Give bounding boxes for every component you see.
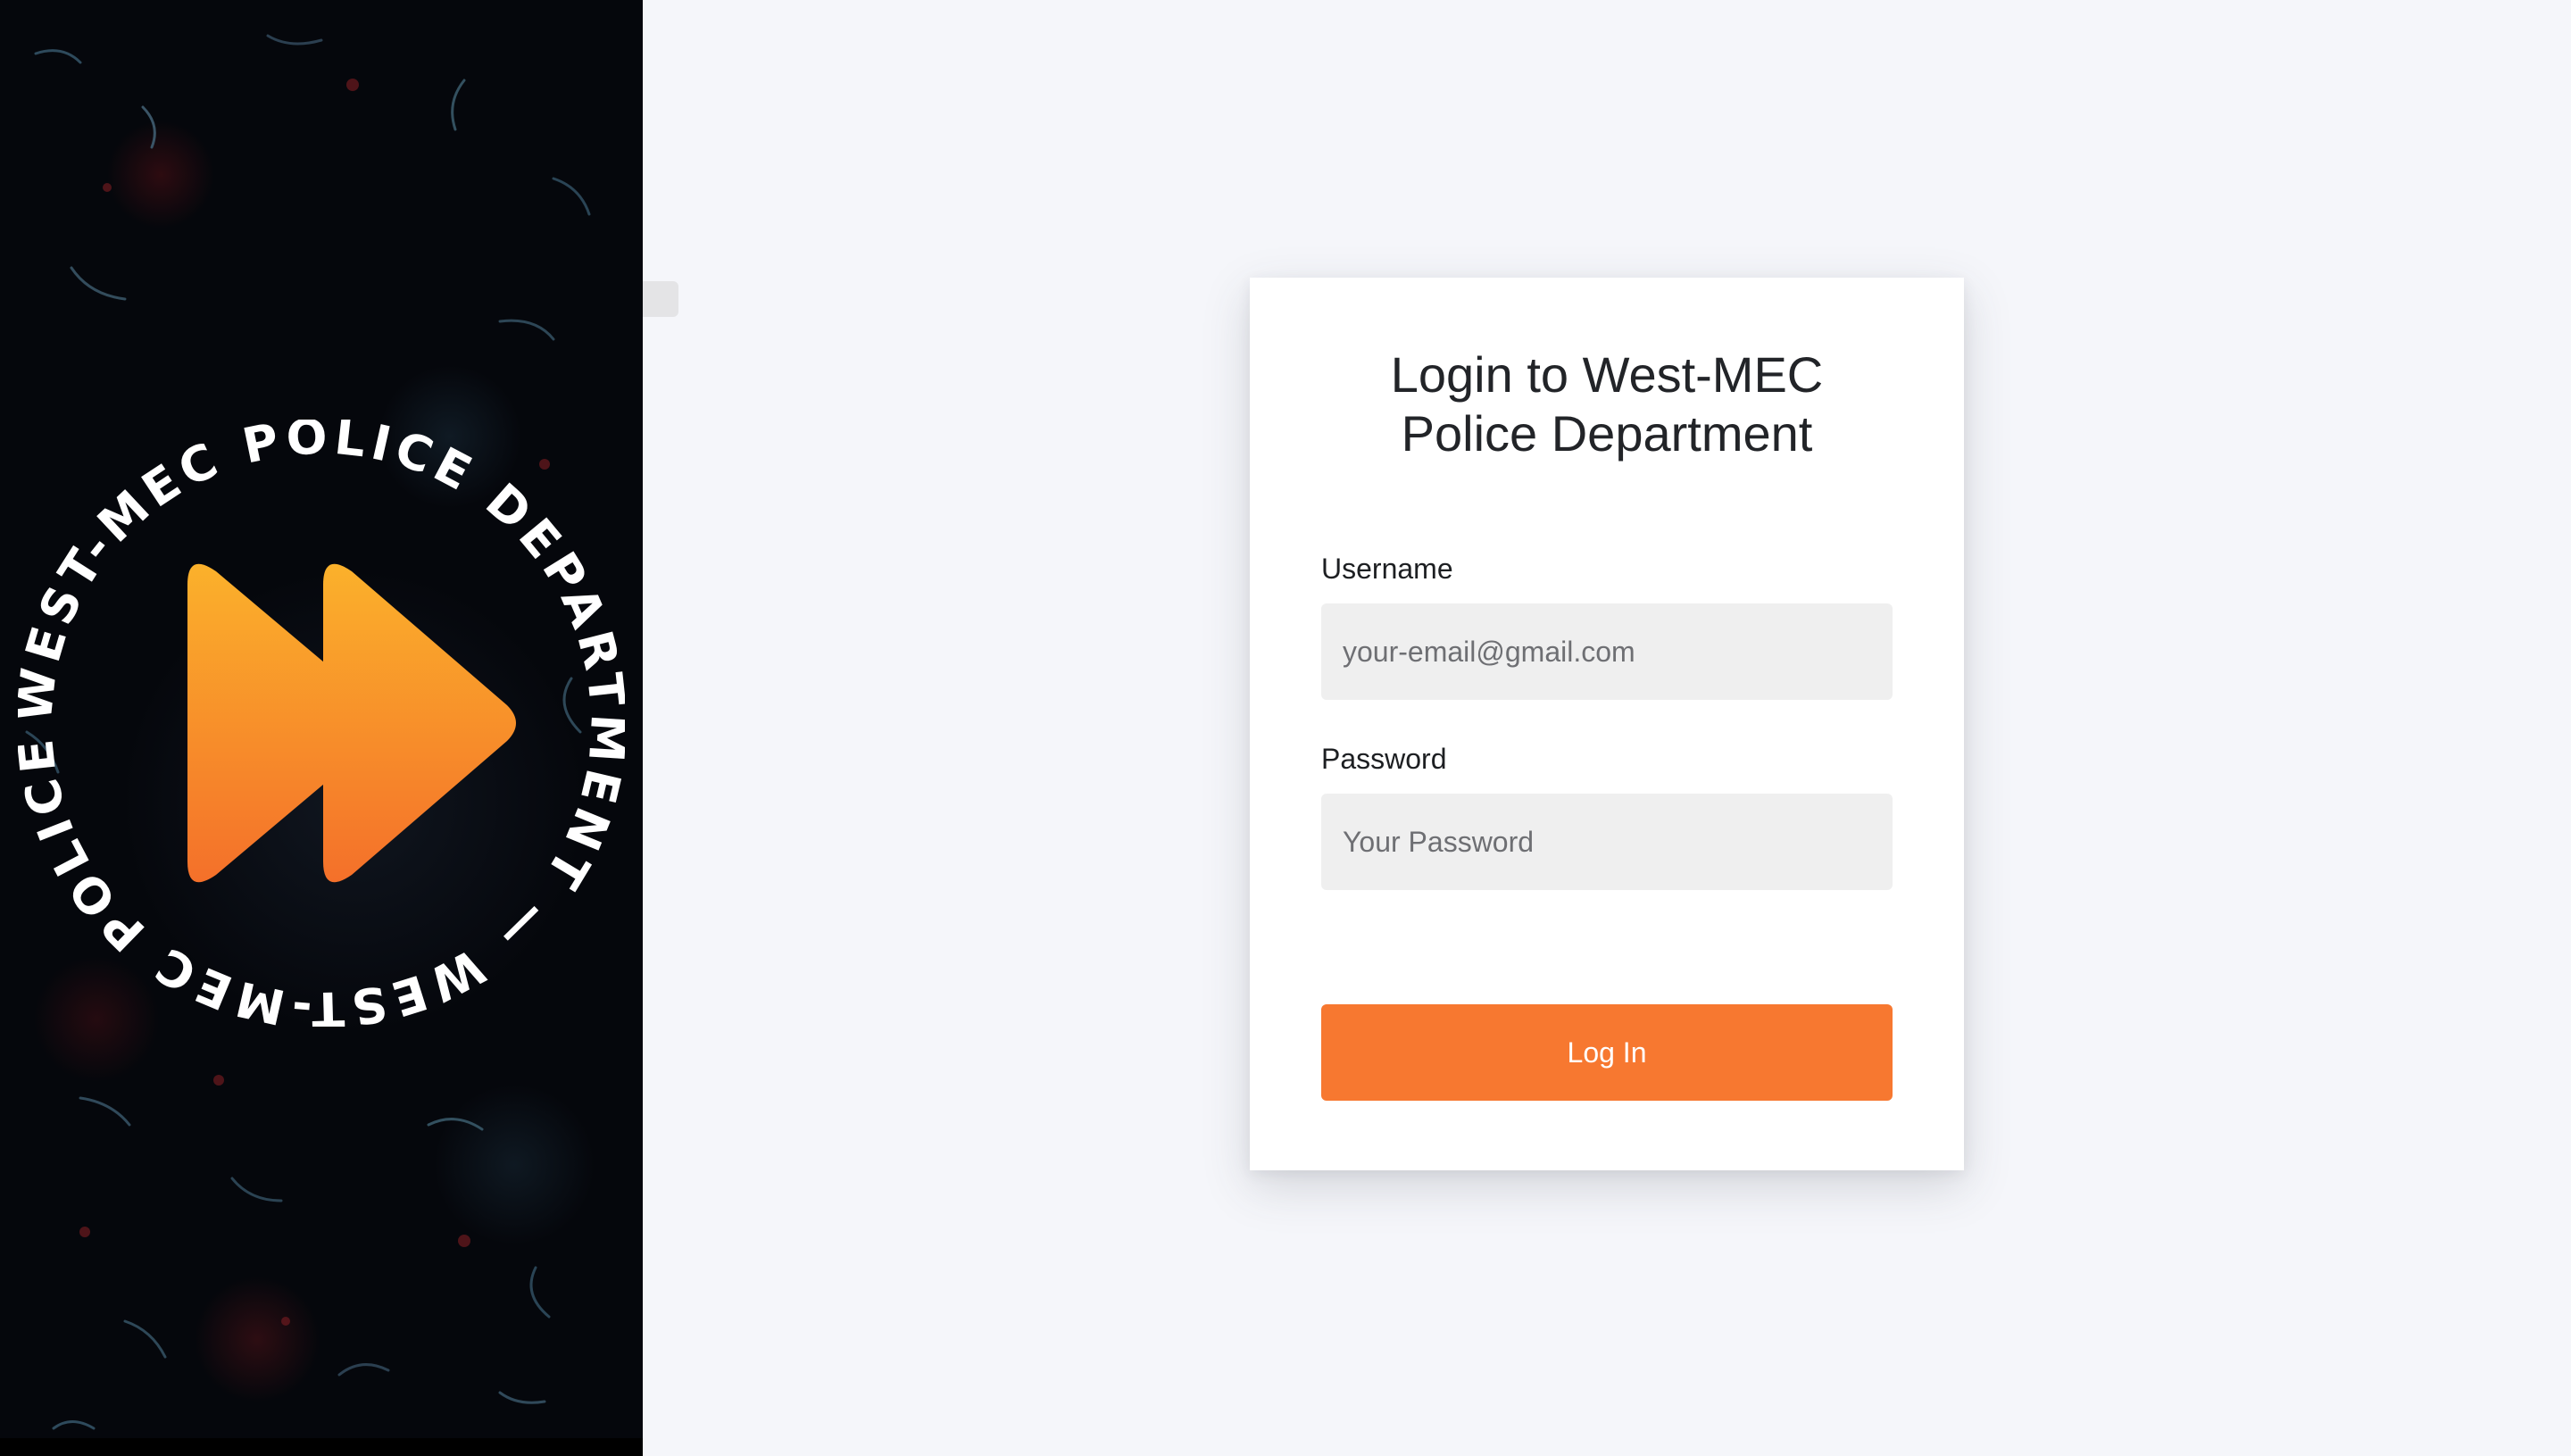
brand-panel: WEST-MEC POLICE DEPARTMENT — WEST-MEC PO… — [0, 0, 643, 1456]
username-input[interactable] — [1321, 603, 1893, 700]
fast-forward-icon — [187, 563, 516, 883]
west-mec-badge-logo: WEST-MEC POLICE DEPARTMENT — WEST-MEC PO… — [18, 420, 625, 1027]
password-label: Password — [1321, 743, 1447, 775]
title-prefix: Login to — [1390, 346, 1583, 403]
login-card: Login to West-MEC Police Department User… — [1250, 278, 1964, 1170]
title-organization: West-MEC — [1582, 346, 1824, 403]
login-title: Login to West-MEC Police Department — [1321, 278, 1893, 463]
password-input[interactable] — [1321, 794, 1893, 890]
login-page: WEST-MEC POLICE DEPARTMENT — WEST-MEC PO… — [0, 0, 2571, 1456]
title-line-2: Police Department — [1401, 405, 1813, 462]
username-label: Username — [1321, 553, 1453, 585]
panel-bottom-strip — [0, 1438, 643, 1456]
login-button[interactable]: Log In — [1321, 1004, 1893, 1101]
panel-collapse-tab[interactable] — [643, 281, 678, 317]
